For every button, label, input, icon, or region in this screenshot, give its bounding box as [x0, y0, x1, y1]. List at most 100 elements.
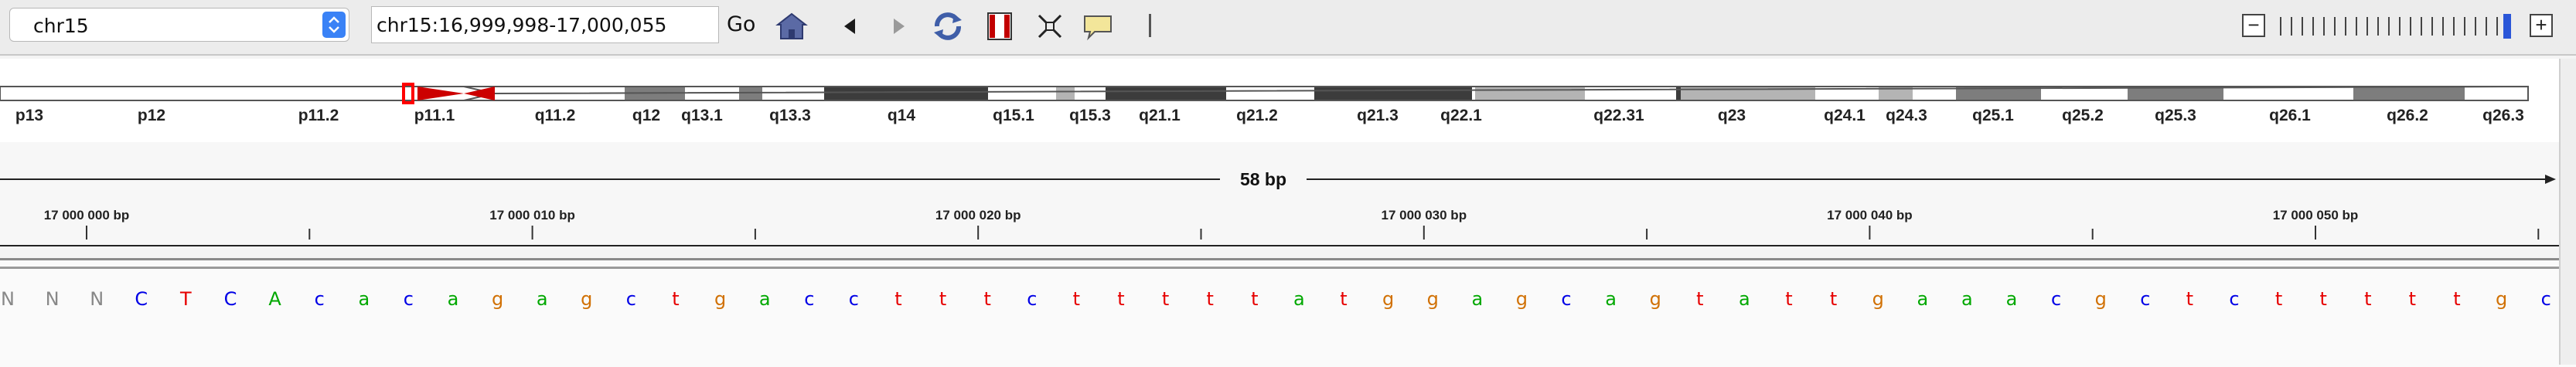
- ideogram-band: [224, 87, 402, 100]
- sequence-base: C: [223, 288, 237, 310]
- sequence-base: t: [1829, 288, 1838, 310]
- vertical-scrollbar[interactable]: [2559, 59, 2576, 365]
- sequence-base: a: [536, 288, 548, 310]
- band-label: q25.3: [2155, 107, 2196, 124]
- sequence-base: t: [939, 288, 947, 310]
- sequence-base: c: [625, 288, 636, 310]
- forward-arrow-icon[interactable]: [881, 9, 915, 43]
- sequence-base: g: [2495, 288, 2508, 310]
- ideogram-band: [1676, 87, 1681, 100]
- ideogram-band: [988, 87, 1056, 100]
- band-label: q21.3: [1357, 107, 1399, 124]
- tick-label: 17 000 000 bp: [44, 208, 130, 223]
- resize-to-window-icon[interactable]: [1033, 9, 1067, 43]
- sequence-base: N: [90, 288, 104, 310]
- sequence-base: t: [983, 288, 991, 310]
- ideogram-band: [1475, 87, 1585, 100]
- ruler: 58 bp 17 000 000 bp 17 000 010 bp 17 000 02…: [0, 169, 2559, 246]
- refresh-icon[interactable]: [931, 9, 965, 43]
- zoom-in-button[interactable]: +: [2530, 14, 2553, 37]
- sequence-base: t: [2408, 288, 2417, 310]
- sequence-base: c: [403, 288, 414, 310]
- band-label: q15.1: [993, 107, 1034, 124]
- ideogram-band: [1472, 87, 1475, 100]
- chevron-updown-icon[interactable]: [322, 12, 346, 38]
- sequence-base: g: [491, 288, 504, 310]
- ruler-panel: 58 bp 17 000 000 bp 17 000 010 bp 17 000 02…: [0, 142, 2576, 247]
- sequence-base: a: [1917, 288, 1929, 310]
- sequence-base: c: [2540, 288, 2551, 310]
- sequence-base: t: [1340, 288, 1348, 310]
- track-divider: [0, 267, 2559, 269]
- locus-input[interactable]: [371, 6, 719, 43]
- zoom-widget: − +: [2242, 9, 2567, 43]
- sequence-base: c: [2050, 288, 2062, 310]
- ideogram-band: [2353, 87, 2465, 100]
- sequence-base: a: [2005, 288, 2018, 310]
- chromosome-dropdown[interactable]: chr15: [9, 8, 349, 42]
- sequence-track: N N N C T C Ac a c a g a g c t g a c c t t t c t t t t t a t g g a g c a g t a…: [0, 258, 2576, 367]
- band-label: q13.1: [681, 107, 723, 124]
- ideogram-band: [762, 87, 824, 100]
- toolbar: chr15 Go: [0, 0, 2576, 56]
- sequence-base: a: [758, 288, 771, 310]
- band-label: q15.3: [1069, 107, 1111, 124]
- zoom-out-button[interactable]: −: [2242, 14, 2265, 37]
- band-label: q25.1: [1972, 107, 2014, 124]
- sequence-base: c: [1027, 288, 1038, 310]
- region-of-interest-icon[interactable]: [983, 9, 1017, 43]
- sequence-base: a: [447, 288, 459, 310]
- sequence-base: t: [2364, 288, 2372, 310]
- sequence-base: c: [314, 288, 325, 310]
- sequence-base: t: [1072, 288, 1081, 310]
- band-label: q26.1: [2269, 107, 2311, 124]
- sequence-base: c: [848, 288, 859, 310]
- ideogram-band: [1106, 87, 1226, 100]
- band-label: q23: [1718, 107, 1746, 124]
- home-icon[interactable]: [775, 9, 809, 43]
- chromosome-ideogram[interactable]: p13 p12 p11.2 p11.1 q11.2 q12 q13.1 q13.3 q14 q15…: [0, 59, 2559, 142]
- chromosome-value: chr15: [33, 15, 89, 37]
- sequence-base: g: [714, 288, 727, 310]
- zoom-slider-thumb[interactable]: [2503, 14, 2511, 39]
- tick-label: 17 000 010 bp: [489, 208, 575, 223]
- back-arrow-icon[interactable]: [833, 9, 867, 43]
- band-label: q13.3: [769, 107, 811, 124]
- ideogram-band: [1075, 87, 1106, 100]
- ideogram-band: [1314, 87, 1472, 100]
- span-label: 58 bp: [1240, 169, 1286, 189]
- band-label: q14: [888, 107, 916, 124]
- band-label: q26.3: [2482, 107, 2524, 124]
- band-label: q24.3: [1886, 107, 1927, 124]
- sequence-base: a: [1471, 288, 1484, 310]
- span-arrow-right: [2545, 175, 2556, 184]
- sequence-base: t: [2186, 288, 2194, 310]
- band-label: p11.1: [414, 107, 455, 124]
- go-button[interactable]: Go: [727, 12, 755, 36]
- band-label: q12: [632, 107, 660, 124]
- sequence-base: c: [2140, 288, 2151, 310]
- sequence-base: c: [804, 288, 815, 310]
- band-label: q26.2: [2387, 107, 2428, 124]
- ideogram-band: [1226, 87, 1314, 100]
- band-label: p12: [138, 107, 165, 124]
- sequence-base: t: [2453, 288, 2461, 310]
- centromere-q-arm: [464, 87, 495, 100]
- sequence-base: t: [894, 288, 902, 310]
- sequence-base: c: [2229, 288, 2240, 310]
- zoom-slider[interactable]: [2276, 9, 2523, 43]
- band-label: q22.31: [1593, 107, 1644, 124]
- sequence-base: a: [1739, 288, 1750, 310]
- band-label: p11.2: [298, 107, 339, 124]
- sequence-base: t: [2319, 288, 2327, 310]
- popup-text-icon[interactable]: [1081, 9, 1115, 43]
- sequence-base: g: [2094, 288, 2107, 310]
- sequence-base: c: [1561, 288, 1572, 310]
- sequence-base: g: [1382, 288, 1395, 310]
- sequence-base: t: [1696, 288, 1704, 310]
- sequence-base: g: [1872, 288, 1884, 310]
- sequence-base: C: [135, 288, 148, 310]
- ideogram-band: [824, 87, 988, 100]
- sequence-base: g: [1515, 288, 1528, 310]
- chromosome-ideogram-panel: p13 p12 p11.2 p11.1 q11.2 q12 q13.1 q13.3 q14 q15…: [0, 59, 2576, 142]
